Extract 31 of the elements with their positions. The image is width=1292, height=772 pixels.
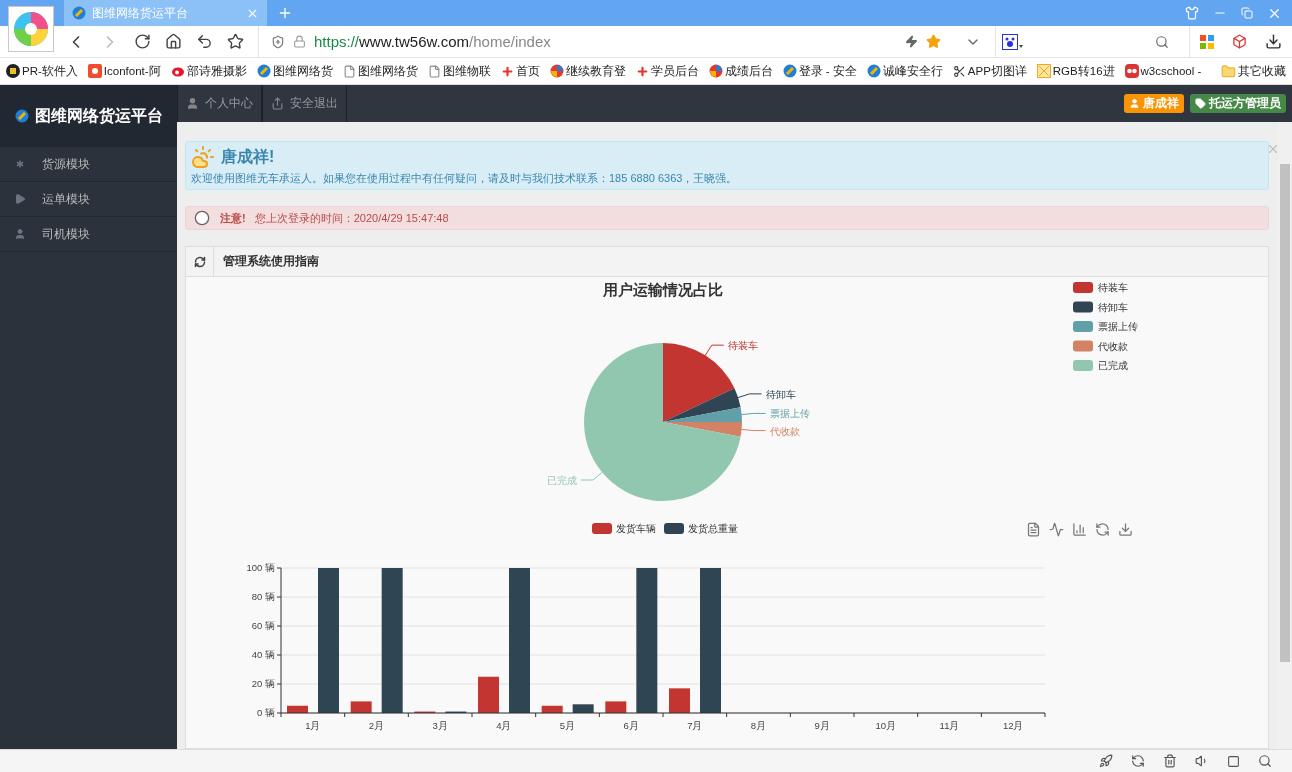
axis-label: 100 辆 xyxy=(246,562,275,573)
chart-title: 用户运输情况占比 xyxy=(603,281,723,298)
badge: 唐成祥 xyxy=(1124,94,1184,113)
axis-label: 3月 xyxy=(432,720,448,731)
slice-label: 票据上传 xyxy=(769,408,810,420)
alert-title: 唐成祥! xyxy=(221,146,275,167)
axis-label: 80 辆 xyxy=(251,591,275,602)
axis-label: 7月 xyxy=(687,720,703,731)
slice-label: 代收款 xyxy=(769,425,800,437)
panel-title: 管理系统使用指南 xyxy=(222,253,319,270)
axis-label: 10月 xyxy=(875,720,897,731)
axis-label: 0 辆 xyxy=(257,707,275,718)
badge: 托运方管理员 xyxy=(1190,94,1286,113)
slice-label: 待卸车 xyxy=(765,388,796,400)
axis-label: 60 辆 xyxy=(251,620,275,631)
axis-label: 4月 xyxy=(496,720,512,731)
axis-label: 20 辆 xyxy=(251,678,275,689)
axis-label: 40 辆 xyxy=(251,649,275,660)
slice-label: 已完成 xyxy=(546,475,577,486)
slice-label: 待装车 xyxy=(727,340,758,352)
brand-text: 图维网络货运平台 xyxy=(34,105,163,127)
axis-label: 2月 xyxy=(368,720,385,731)
alert-text: 欢迎使用图维无车承运人。如果您在使用过程中有任何疑问，请及时与我们技术联系：185 6880 6363，王晓强。 xyxy=(191,171,739,186)
axis-label: 6月 xyxy=(623,720,639,731)
axis-label: 12月 xyxy=(1002,720,1024,731)
axis-label: 8月 xyxy=(750,720,767,731)
notice-text: 注意! 您上次登录的时间：2020/4/29 15:47:48 xyxy=(220,210,449,226)
axis-label: 11月 xyxy=(939,720,960,731)
axis-label: 1月 xyxy=(305,720,321,731)
axis-label: 9月 xyxy=(814,720,830,731)
axis-label: 5月 xyxy=(559,720,576,731)
